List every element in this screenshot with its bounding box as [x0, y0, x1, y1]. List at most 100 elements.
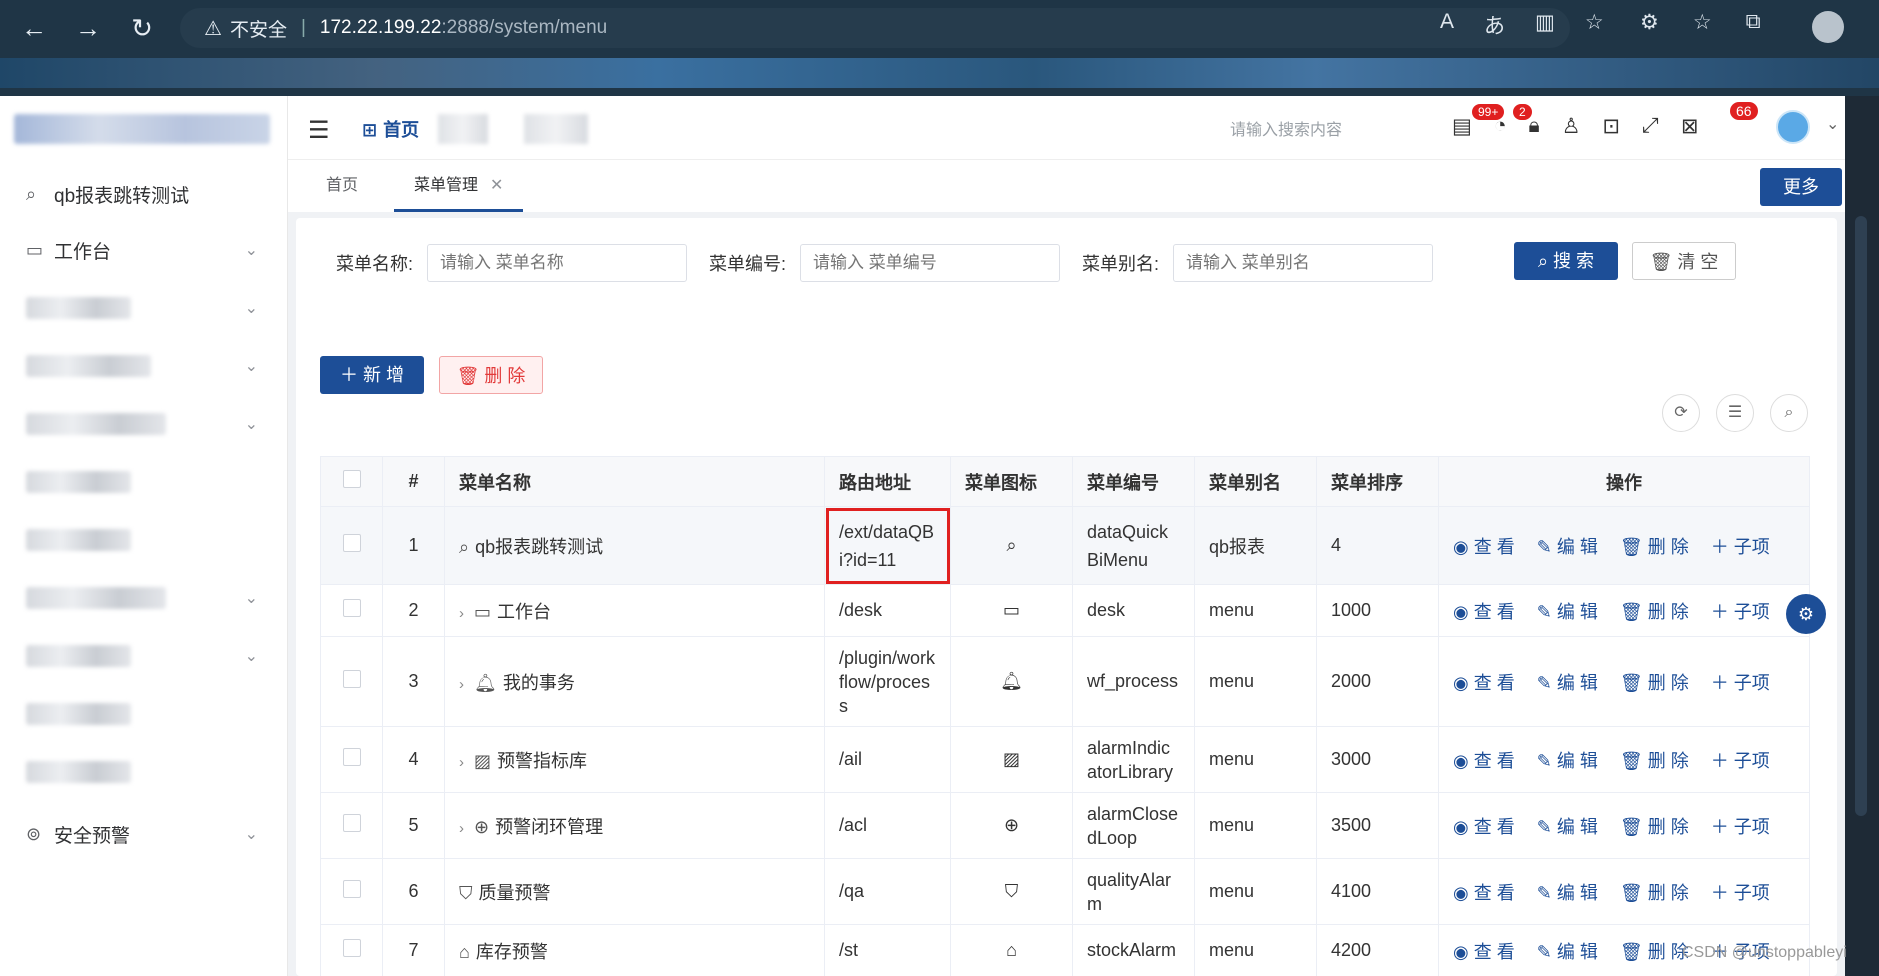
row-checkbox[interactable]	[342, 599, 361, 617]
delete-row-button[interactable]: 🗑︎ 删 除	[1620, 817, 1689, 837]
read-aloud-icon[interactable]: A	[1440, 10, 1454, 40]
search-toggle-icon[interactable]: ⌕	[1770, 394, 1808, 432]
sidebar-item-blurred[interactable]: ⌄	[0, 396, 288, 452]
close-icon[interactable]: ✕	[490, 177, 503, 194]
menu-toggle-icon[interactable]: ☰	[308, 116, 330, 145]
edit-button[interactable]: ✎ 编 辑	[1537, 942, 1598, 962]
delete-row-button[interactable]: 🗑︎ 删 除	[1620, 942, 1689, 962]
language-icon[interactable]: ⊡	[1603, 114, 1621, 139]
settings-gear-icon[interactable]: ⚙	[1786, 594, 1826, 634]
sidebar-item-safety-alarm[interactable]: ⊚ 安全预警 ⌄	[0, 806, 288, 862]
sidebar-item-label: qb报表跳转测试	[54, 185, 190, 207]
menu-code-input[interactable]	[800, 244, 1061, 282]
delete-label: 删 除	[1647, 672, 1689, 693]
select-all-checkbox[interactable]	[342, 470, 361, 488]
chevron-down-icon[interactable]: ⌄	[1826, 114, 1839, 134]
view-button[interactable]: ◉ 查 看	[1453, 883, 1515, 903]
reload-icon[interactable]: ↻	[122, 8, 162, 48]
row-checkbox[interactable]	[342, 748, 361, 766]
back-icon[interactable]: ←	[14, 8, 54, 48]
delete-row-button[interactable]: 🗑︎ 删 除	[1620, 537, 1689, 557]
url-path: :2888/system/menu	[441, 17, 608, 38]
scrollbar-thumb[interactable]	[1855, 216, 1867, 816]
favorites-icon[interactable]: ☆	[1693, 10, 1712, 35]
add-child-button[interactable]: ＋ 子项	[1711, 751, 1770, 771]
sidebar-item-blurred[interactable]: ⌄	[0, 570, 288, 626]
collections-icon[interactable]: ⧉	[1746, 10, 1761, 35]
lock-icon[interactable]: 🔒︎	[1529, 114, 1540, 139]
expand-icon[interactable]: ›	[459, 820, 464, 837]
menu-name-input[interactable]	[427, 244, 688, 282]
extensions-icon[interactable]: ⚙	[1640, 10, 1659, 35]
theme-icon[interactable]: ♙	[1562, 114, 1581, 139]
sidebar-item-blurred[interactable]: ⌄	[0, 280, 288, 336]
address-bar[interactable]: ⚠ 不安全 | 172.22.199.22:2888/system/menu	[180, 8, 1570, 48]
profile-avatar[interactable]	[1812, 11, 1844, 43]
sidebar-item-blurred[interactable]: ⌄	[0, 628, 288, 684]
tab-menu-manage[interactable]: 菜单管理 ✕	[394, 160, 524, 212]
row-checkbox[interactable]	[342, 880, 361, 898]
edit-button[interactable]: ✎ 编 辑	[1537, 751, 1598, 771]
home-link[interactable]: ⊞ 首页	[362, 116, 419, 142]
edit-button[interactable]: ✎ 编 辑	[1537, 602, 1598, 622]
add-child-button[interactable]: ＋ 子项	[1711, 817, 1770, 837]
clear-button[interactable]: 🗑︎ 清 空	[1632, 242, 1736, 280]
fullscreen-icon[interactable]: ⤢	[1642, 114, 1659, 139]
view-button[interactable]: ◉ 查 看	[1453, 817, 1515, 837]
message-icon[interactable]: ⊠	[1681, 114, 1699, 139]
search-button[interactable]: ⌕ 搜 索	[1514, 242, 1618, 280]
delete-row-button[interactable]: 🗑︎ 删 除	[1620, 602, 1689, 622]
view-button[interactable]: ◉ 查 看	[1453, 537, 1515, 557]
add-child-button[interactable]: ＋ 子项	[1711, 537, 1770, 557]
row-alias: qb报表	[1194, 506, 1317, 585]
page-scrollbar[interactable]	[1845, 96, 1879, 976]
delete-row-button[interactable]: 🗑︎ 删 除	[1620, 751, 1689, 771]
row-index: 4	[382, 726, 445, 793]
view-button[interactable]: ◉ 查 看	[1453, 751, 1515, 771]
child-label: 子项	[1733, 601, 1770, 622]
edit-button[interactable]: ✎ 编 辑	[1537, 673, 1598, 693]
add-child-button[interactable]: ＋ 子项	[1711, 883, 1770, 903]
translate-icon[interactable]: あ	[1484, 10, 1505, 40]
add-child-button[interactable]: ＋ 子项	[1711, 673, 1770, 693]
delete-row-button[interactable]: 🗑︎ 删 除	[1620, 673, 1689, 693]
sidebar-item-blurred[interactable]	[0, 686, 288, 742]
expand-icon[interactable]: ›	[459, 754, 464, 771]
delete-label: 删 除	[1647, 816, 1689, 837]
sidebar-item-blurred[interactable]	[0, 512, 288, 568]
columns-icon[interactable]: ☰	[1716, 394, 1754, 432]
favorite-add-icon[interactable]: ☆	[1585, 10, 1604, 40]
sidebar-item-qb-report[interactable]: ⌕ qb报表跳转测试	[0, 166, 288, 222]
sidebar-item-blurred[interactable]	[0, 454, 288, 510]
add-child-button[interactable]: ＋ 子项	[1711, 602, 1770, 622]
refresh-icon[interactable]: ⟳	[1662, 394, 1700, 432]
view-button[interactable]: ◉ 查 看	[1453, 673, 1515, 693]
row-checkbox[interactable]	[342, 814, 361, 832]
todo-icon[interactable]: ▤	[1452, 114, 1472, 139]
edit-button[interactable]: ✎ 编 辑	[1537, 883, 1598, 903]
edit-button[interactable]: ✎ 编 辑	[1537, 537, 1598, 557]
view-button[interactable]: ◉ 查 看	[1453, 602, 1515, 622]
row-checkbox[interactable]	[342, 534, 361, 552]
user-avatar[interactable]	[1776, 110, 1810, 144]
row-code: alarmIndicatorLibrary	[1072, 726, 1195, 793]
menu-alias-input[interactable]	[1173, 244, 1434, 282]
row-checkbox[interactable]	[342, 670, 361, 688]
sidebar-item-blurred[interactable]: ⌄	[0, 338, 288, 394]
header-checkbox[interactable]	[320, 456, 383, 507]
more-button[interactable]: 更多	[1760, 168, 1842, 206]
sidebar-item-desk[interactable]: ▭ 工作台 ⌄	[0, 222, 288, 278]
header-search[interactable]: 请输入搜索内容	[1230, 116, 1342, 140]
add-button[interactable]: ＋ 新 增	[320, 356, 424, 394]
sidebar-item-blurred[interactable]	[0, 744, 288, 800]
expand-icon[interactable]: ›	[459, 676, 464, 693]
forward-icon[interactable]: →	[68, 8, 108, 48]
expand-icon[interactable]: ›	[459, 605, 464, 622]
reader-icon[interactable]: ▥	[1535, 10, 1555, 40]
view-button[interactable]: ◉ 查 看	[1453, 942, 1515, 962]
row-checkbox[interactable]	[342, 939, 361, 957]
delete-row-button[interactable]: 🗑︎ 删 除	[1620, 883, 1689, 903]
tab-home[interactable]: 首页	[306, 160, 378, 212]
delete-button[interactable]: 🗑︎ 删 除	[439, 356, 543, 394]
edit-button[interactable]: ✎ 编 辑	[1537, 817, 1598, 837]
